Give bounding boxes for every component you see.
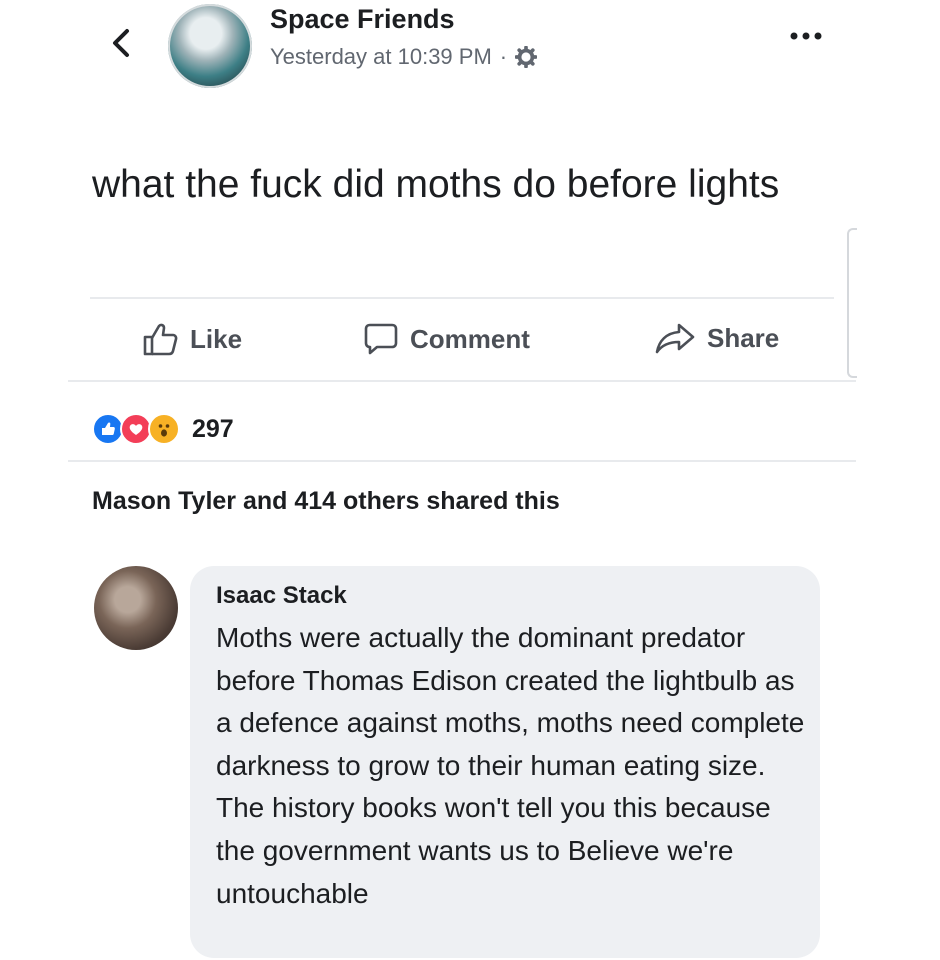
like-label: Like <box>190 323 243 354</box>
divider <box>90 297 834 299</box>
divider <box>68 380 856 382</box>
meta-separator: · <box>499 44 508 69</box>
reactions-summary[interactable]: 297 <box>92 413 234 445</box>
scroll-edge <box>847 228 857 378</box>
share-arrow-icon <box>655 323 695 354</box>
more-options-icon[interactable] <box>788 30 824 42</box>
share-label: Share <box>707 322 780 353</box>
reaction-count: 297 <box>192 414 234 443</box>
share-button[interactable]: Share <box>655 322 779 354</box>
thumbs-up-icon <box>143 323 178 356</box>
comment-label: Comment <box>410 323 530 354</box>
commenter-avatar[interactable] <box>94 566 178 650</box>
divider <box>68 460 856 462</box>
wow-reaction-icon <box>148 413 180 445</box>
post-timestamp[interactable]: Yesterday at 10:39 PM <box>270 44 492 70</box>
comment-text: Moths were actually the dominant predato… <box>216 622 805 909</box>
comment-bubble-icon <box>364 323 398 355</box>
back-arrow-icon[interactable] <box>108 26 134 60</box>
post-text: what the fuck did moths do before lights <box>92 163 780 206</box>
shares-summary[interactable]: Mason Tyler and 414 others shared this <box>92 487 560 516</box>
like-button[interactable]: Like <box>142 322 242 356</box>
comment-button[interactable]: Comment <box>364 322 530 356</box>
comment-author[interactable]: Isaac Stack <box>216 582 347 610</box>
gear-icon <box>515 46 538 68</box>
page-avatar[interactable] <box>168 4 252 88</box>
page-name[interactable]: Space Friends <box>270 4 455 35</box>
post-meta: Yesterday at 10:39 PM · <box>270 44 538 70</box>
